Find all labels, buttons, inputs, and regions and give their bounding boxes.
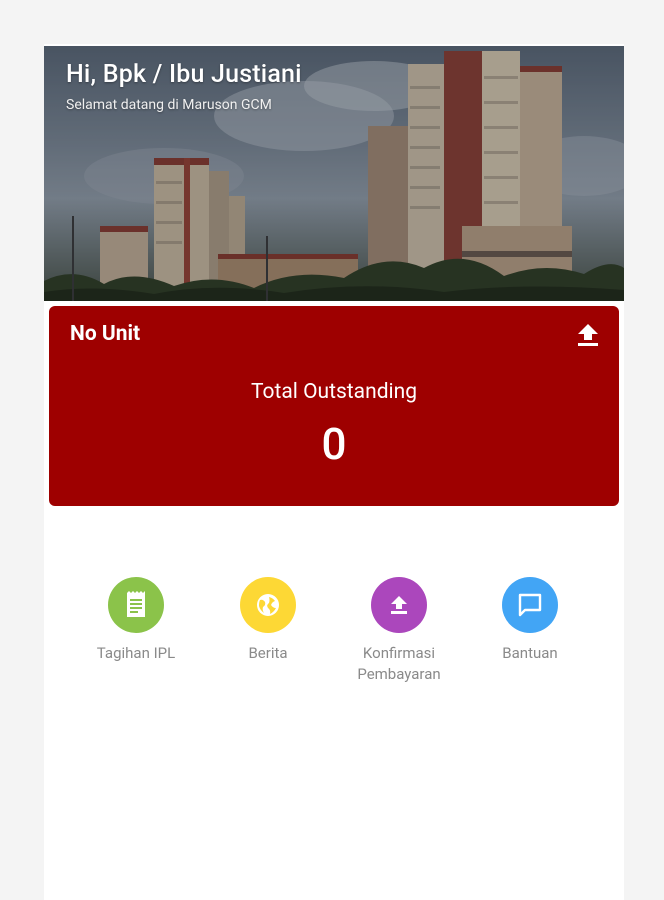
main-menu: Tagihan IPL Berita Konfirmasi Pembayaran xyxy=(44,577,624,697)
upload-button[interactable] xyxy=(573,320,603,350)
app-screen: Hi, Bpk / Ibu Justiani Selamat datang di… xyxy=(44,44,624,900)
chat-icon xyxy=(502,577,558,633)
hero-banner: Hi, Bpk / Ibu Justiani Selamat datang di… xyxy=(44,46,624,301)
menu-label-bantuan: Bantuan xyxy=(502,644,558,662)
menu-label-tagihan-ipl: Tagihan IPL xyxy=(96,644,176,662)
menu-label-berita: Berita xyxy=(248,644,288,662)
welcome-text: Selamat datang di Maruson GCM xyxy=(66,97,272,113)
greeting-text: Hi, Bpk / Ibu Justiani xyxy=(66,60,302,89)
menu-label-konfirmasi-pembayaran: Konfirmasi Pembayaran xyxy=(357,644,441,683)
menu-item-berita[interactable]: Berita xyxy=(203,577,333,664)
outstanding-label: Total Outstanding xyxy=(250,380,418,404)
globe-icon xyxy=(240,577,296,633)
outstanding-card: No Unit Total Outstanding 0 xyxy=(49,306,619,506)
upload-icon xyxy=(371,577,427,633)
outstanding-value: 0 xyxy=(321,418,347,470)
menu-item-konfirmasi-pembayaran[interactable]: Konfirmasi Pembayaran xyxy=(334,577,464,685)
upload-icon xyxy=(578,324,598,346)
menu-item-tagihan-ipl[interactable]: Tagihan IPL xyxy=(71,577,201,664)
unit-label: No Unit xyxy=(70,322,141,346)
menu-item-bantuan[interactable]: Bantuan xyxy=(465,577,595,664)
receipt-icon xyxy=(108,577,164,633)
